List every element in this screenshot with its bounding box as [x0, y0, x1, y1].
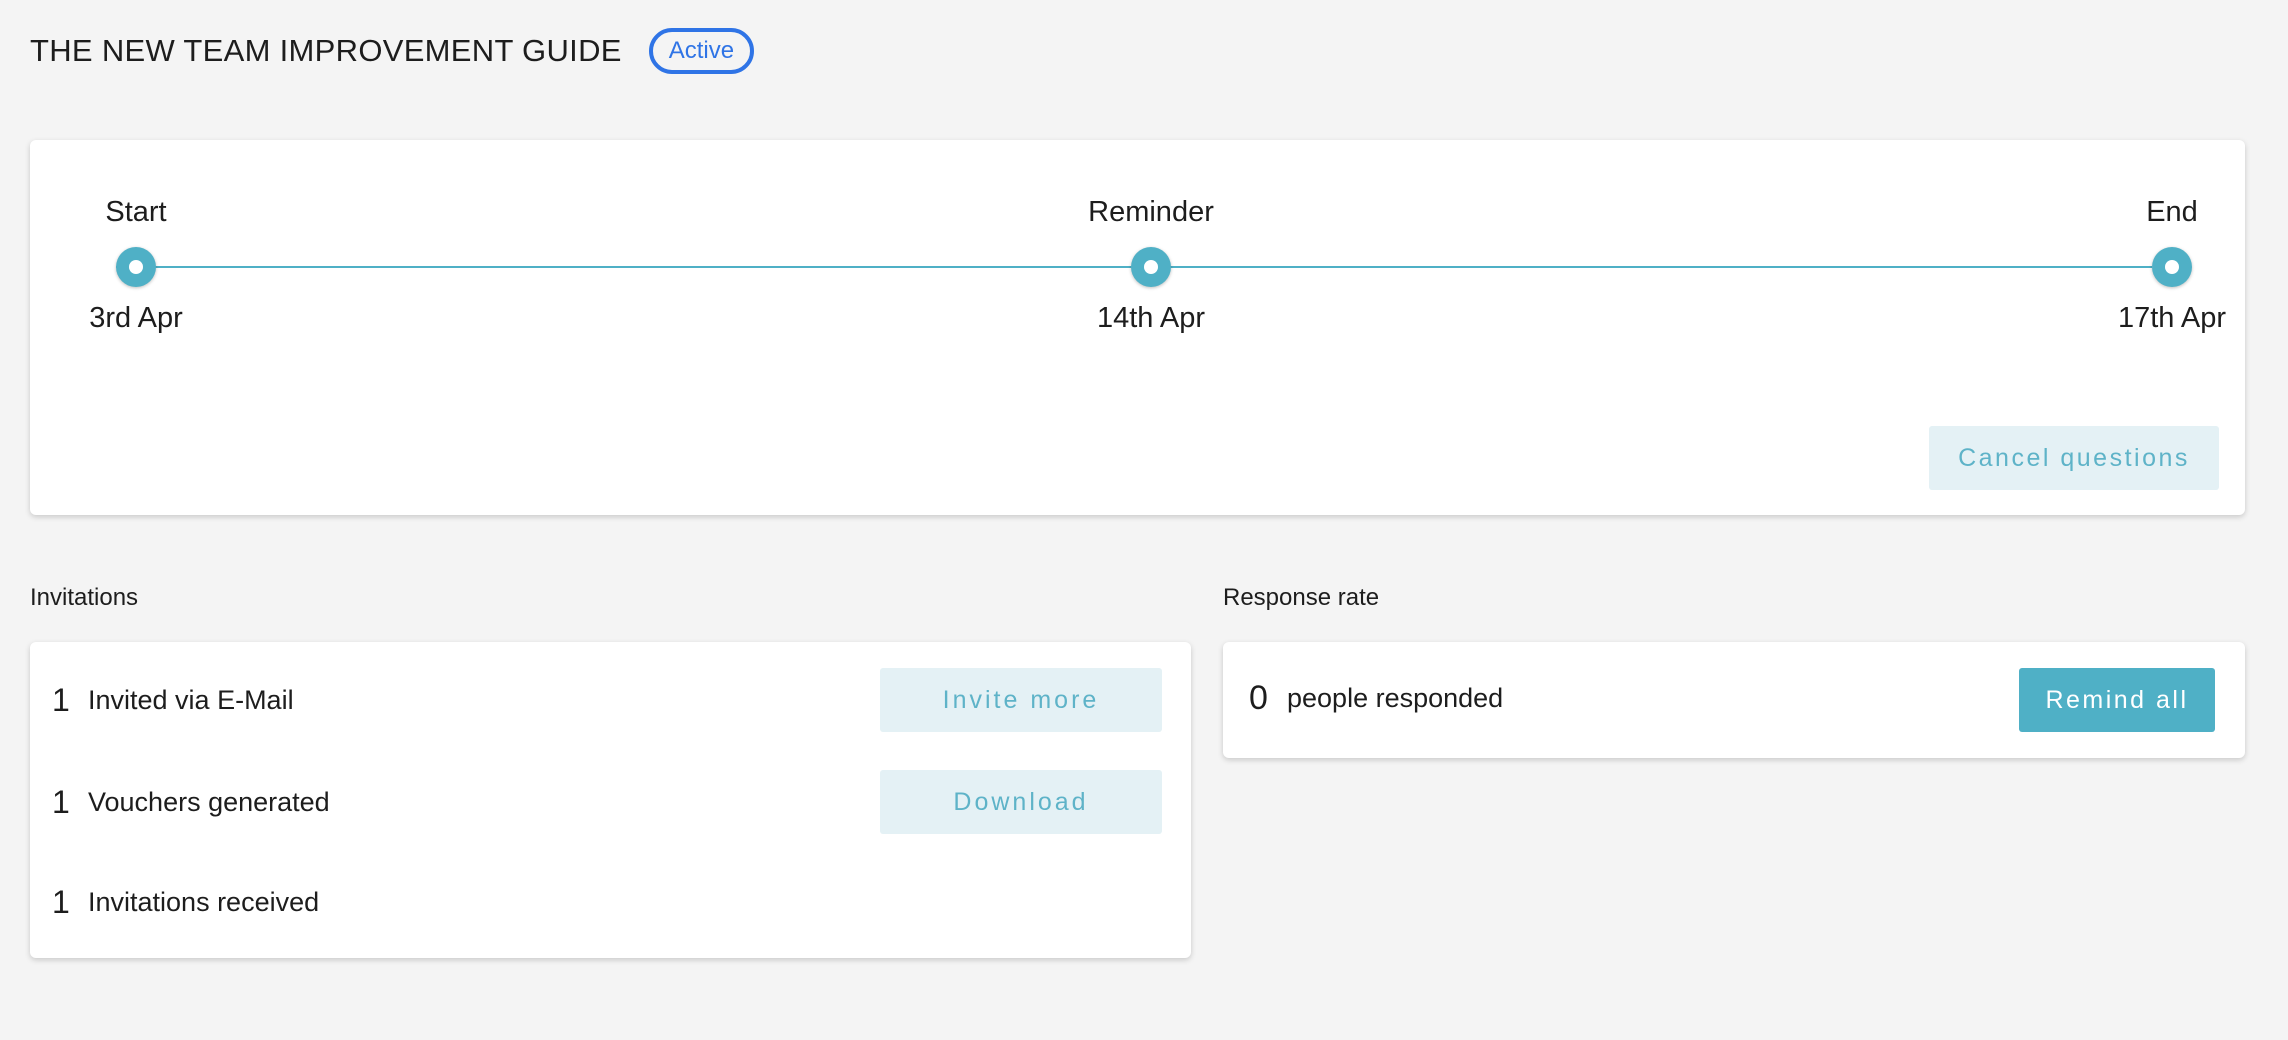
invited-email-label: Invited via E-Mail [88, 684, 294, 715]
page-header: THE NEW TEAM IMPROVEMENT GUIDE Active [30, 28, 755, 74]
timeline-line [1131, 266, 2152, 268]
vouchers-label: Vouchers generated [88, 786, 330, 817]
cancel-questions-button[interactable]: Cancel questions [1929, 426, 2219, 490]
invitations-card: 1 Invited via E-Mail Invite more 1 Vouch… [30, 642, 1191, 958]
milestone-date: 17th Apr [2117, 302, 2227, 334]
milestone-date: 14th Apr [1096, 302, 1206, 334]
remind-all-button[interactable]: Remind all [2019, 668, 2215, 732]
timeline-card: Start 3rd Apr Reminder 14th Apr End 17th… [30, 140, 2245, 515]
invited-email-row: 1 Invited via E-Mail Invite more [30, 668, 1191, 732]
timeline-line [116, 266, 1136, 268]
invitations-received-row: 1 Invitations received [30, 870, 1191, 934]
responded-label: people responded [1287, 683, 1504, 713]
milestone-label: Start [105, 196, 167, 228]
vouchers-row: 1 Vouchers generated Download [30, 770, 1191, 834]
invited-email-count: 1 [52, 681, 70, 718]
milestone-dot[interactable] [1131, 247, 1171, 287]
vouchers-count: 1 [52, 783, 70, 820]
page: THE NEW TEAM IMPROVEMENT GUIDE Active St… [0, 0, 2288, 1040]
status-badge: Active [648, 28, 755, 74]
milestone-dot[interactable] [116, 247, 156, 287]
milestone-dot[interactable] [2152, 247, 2192, 287]
milestone-label: Reminder [1088, 196, 1214, 228]
response-rate-section-label: Response rate [1223, 584, 1380, 611]
invitations-received-count: 1 [52, 883, 70, 920]
invitations-received-label: Invitations received [88, 886, 320, 917]
invite-more-button[interactable]: Invite more [880, 668, 1162, 732]
milestone-date: 3rd Apr [89, 302, 183, 334]
page-title: THE NEW TEAM IMPROVEMENT GUIDE [30, 33, 622, 68]
milestone-label: End [2146, 196, 2198, 228]
responded-count: 0 [1249, 679, 1268, 717]
response-rate-card: 0 people responded Remind all [1223, 642, 2245, 758]
download-button[interactable]: Download [880, 770, 1162, 834]
invitations-section-label: Invitations [30, 584, 139, 611]
